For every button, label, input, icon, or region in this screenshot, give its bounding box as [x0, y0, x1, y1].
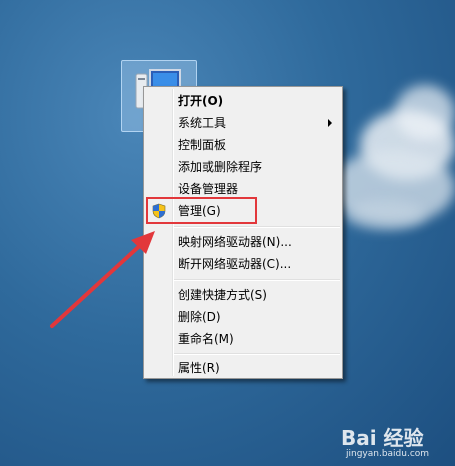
arrow-shaft — [50, 238, 148, 328]
watermark-url: jingyan.baidu.com — [346, 449, 430, 459]
baidu-jingyan-logo: Bai 经验 — [341, 426, 424, 450]
annotation-arrow — [50, 231, 155, 328]
